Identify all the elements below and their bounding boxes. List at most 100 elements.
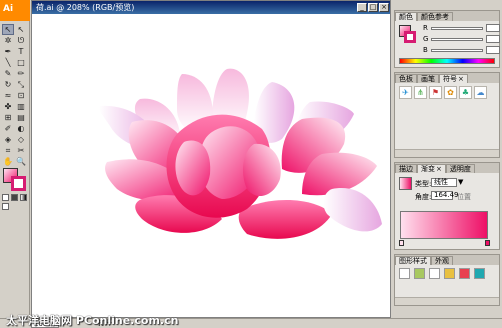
maximize-button[interactable]: □ <box>368 3 378 12</box>
graphic-styles-footer <box>395 297 499 305</box>
blend-tool[interactable]: ◐ <box>15 123 27 134</box>
document-window: 荷.ai @ 208% (RGB/预览) _ □ × <box>31 0 391 318</box>
live-paint-tool[interactable]: ◈ <box>2 134 14 145</box>
gradient-angle-label: 角度: <box>415 193 432 201</box>
swatches-panel: 色板 画笔 符号× ✈ ⋔ ⚑ ✿ ♣ ☁ <box>394 72 500 158</box>
style-swatch[interactable] <box>474 268 485 279</box>
mesh-tool[interactable]: ⊞ <box>2 112 14 123</box>
swatches-panel-tabs: 色板 画笔 符号× <box>395 73 499 83</box>
tab-gradient[interactable]: 渐变× <box>417 164 446 173</box>
green-value-field[interactable] <box>486 35 501 43</box>
tab-color[interactable]: 颜色 <box>395 12 417 21</box>
tab-appearance[interactable]: 外观 <box>431 256 453 265</box>
red-slider[interactable] <box>430 26 483 30</box>
swatches-panel-footer <box>395 149 499 157</box>
blue-slider[interactable] <box>430 48 483 52</box>
lasso-tool[interactable]: ᘎ <box>15 35 27 46</box>
green-slider[interactable] <box>431 37 484 41</box>
gradient-location-label: 位置 <box>457 193 471 201</box>
rotate-tool[interactable]: ↻ <box>2 79 14 90</box>
close-icon[interactable]: × <box>436 165 442 173</box>
minimize-button[interactable]: _ <box>357 3 367 12</box>
zoom-tool[interactable]: 🔍 <box>15 156 27 167</box>
screen-mode-icon[interactable] <box>2 203 9 210</box>
tab-swatches[interactable]: 色板 <box>395 74 417 83</box>
gradient-end-stop[interactable] <box>485 240 490 246</box>
tab-graphic-styles[interactable]: 图形样式 <box>395 256 431 265</box>
type-tool[interactable]: T <box>15 46 27 57</box>
symbol-grass-icon[interactable]: ⋔ <box>414 86 427 99</box>
crop-area-tool[interactable]: ⌗ <box>2 145 14 156</box>
symbol-flower-icon[interactable]: ✿ <box>444 86 457 99</box>
green-label: G <box>423 35 429 43</box>
symbol-cloud-icon[interactable]: ☁ <box>474 86 487 99</box>
symbol-sprayer-tool[interactable]: ✤ <box>2 101 14 112</box>
color-panel-tabs: 颜色 颜色参考 <box>395 11 499 21</box>
red-value-field[interactable] <box>485 24 500 32</box>
eyedropper-tool[interactable]: ✐ <box>2 123 14 134</box>
close-icon[interactable]: × <box>458 75 464 83</box>
style-swatch[interactable] <box>414 268 425 279</box>
symbol-tree-icon[interactable]: ♣ <box>459 86 472 99</box>
paintbrush-tool[interactable]: ✎ <box>2 68 14 79</box>
hand-tool[interactable]: ✋ <box>2 156 14 167</box>
tools-panel: Ai ↖ ↖ ✲ ᘎ ✒ T ╲ □ ✎ ✏ ↻ ⤡ ≈ ⊡ ✤ ▥ ⊞ ▤ ✐ ◐ ◈ ◇ ⌗ ✂ ✋ 🔍 <box>0 0 30 318</box>
stroke-swatch[interactable] <box>11 176 26 191</box>
tab-color-guide[interactable]: 颜色参考 <box>417 12 453 21</box>
symbol-flag-icon[interactable]: ⚑ <box>429 86 442 99</box>
gradient-mode-icon[interactable] <box>20 194 27 201</box>
warp-tool[interactable]: ≈ <box>2 90 14 101</box>
line-tool[interactable]: ╲ <box>2 57 14 68</box>
pencil-tool[interactable]: ✏ <box>15 68 27 79</box>
red-label: R <box>423 24 428 32</box>
free-transform-tool[interactable]: ⊡ <box>15 90 27 101</box>
tab-gradient-label: 渐变 <box>421 165 435 173</box>
panels-dock: 颜色 颜色参考 R G B 色板 画笔 符号× ✈ ⋔ ⚑ ✿ ♣ ☁ 描边 渐… <box>392 0 502 318</box>
tab-symbols-label: 符号 <box>443 75 457 83</box>
scale-tool[interactable]: ⤡ <box>15 79 27 90</box>
gradient-tool[interactable]: ▤ <box>15 112 27 123</box>
blue-label: B <box>423 46 428 54</box>
color-spectrum[interactable] <box>399 58 495 64</box>
selection-tool[interactable]: ↖ <box>2 24 14 35</box>
color-mode-icon[interactable] <box>11 194 18 201</box>
document-title: 荷.ai @ 208% (RGB/预览) <box>32 1 390 14</box>
gradient-type-label: 类型: <box>415 180 432 188</box>
tab-transparency[interactable]: 透明度 <box>445 164 475 173</box>
style-swatch[interactable] <box>399 268 410 279</box>
live-paint-selection-tool[interactable]: ◇ <box>15 134 27 145</box>
tab-stroke[interactable]: 描边 <box>395 164 417 173</box>
gradient-panel-tabs: 描边 渐变× 透明度 <box>395 163 499 173</box>
graphic-styles-panel: 图形样式 外观 <box>394 254 500 306</box>
blue-value-field[interactable] <box>485 46 500 54</box>
gradient-start-stop[interactable] <box>399 240 404 246</box>
app-logo: Ai <box>0 0 30 21</box>
red-channel-row: R <box>423 24 500 32</box>
direct-selection-tool[interactable]: ↖ <box>15 24 27 35</box>
style-swatch[interactable] <box>459 268 470 279</box>
style-swatch[interactable] <box>444 268 455 279</box>
gradient-preview[interactable] <box>399 177 412 190</box>
slice-tool[interactable]: ✂ <box>15 145 27 156</box>
gradient-type-select[interactable]: 线性 <box>431 178 457 187</box>
gradient-ramp[interactable] <box>400 211 488 239</box>
chevron-down-icon[interactable]: ▼ <box>458 178 463 186</box>
gradient-angle-field[interactable]: 164.49 <box>431 191 459 200</box>
tab-symbols[interactable]: 符号× <box>439 74 468 83</box>
gradient-panel: 描边 渐变× 透明度 类型: 线性 ▼ 角度: 164.49 位置 <box>394 162 500 250</box>
pen-tool[interactable]: ✒ <box>2 46 14 57</box>
color-stroke-swatch[interactable] <box>404 31 416 43</box>
tab-brushes[interactable]: 画笔 <box>417 74 439 83</box>
graph-tool[interactable]: ▥ <box>15 101 27 112</box>
default-colors-icon[interactable] <box>2 194 9 201</box>
magic-wand-tool[interactable]: ✲ <box>2 35 14 46</box>
style-swatch[interactable] <box>429 268 440 279</box>
symbol-bird-icon[interactable]: ✈ <box>399 86 412 99</box>
watermark: 太平洋电脑网 PConline.com.cn <box>6 314 179 327</box>
lotus-artwork[interactable] <box>32 14 390 317</box>
close-button[interactable]: × <box>379 3 389 12</box>
artboard[interactable] <box>32 14 390 317</box>
green-channel-row: G <box>423 35 501 43</box>
graphic-styles-tabs: 图形样式 外观 <box>395 255 499 265</box>
rectangle-tool[interactable]: □ <box>15 57 27 68</box>
